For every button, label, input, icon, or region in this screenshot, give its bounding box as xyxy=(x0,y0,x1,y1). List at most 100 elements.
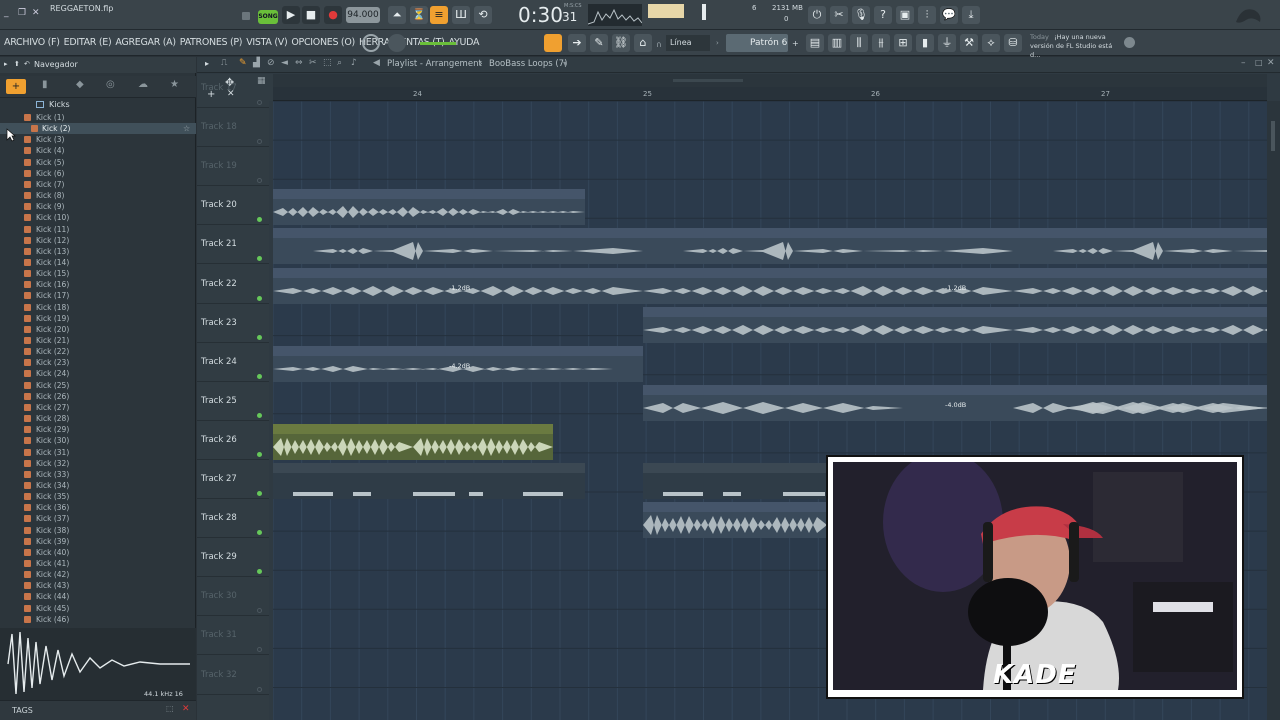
track-header[interactable]: Track 24 xyxy=(197,343,269,382)
track-enable-led[interactable] xyxy=(257,530,262,536)
track-enable-led[interactable] xyxy=(257,412,262,418)
song-mode-toggle[interactable]: SONG xyxy=(258,10,278,24)
download-icon[interactable]: ⤓ xyxy=(962,6,980,24)
playlist-clip[interactable]: BooBass Loops (7) xyxy=(643,502,827,539)
recent-icon[interactable]: ◎ xyxy=(106,79,115,90)
browser-menu-icon[interactable]: ▸ xyxy=(4,60,8,68)
browser-item[interactable]: Kick (5) xyxy=(0,157,196,168)
snap-selector[interactable]: Línea xyxy=(666,35,710,51)
browser-item[interactable]: Kick (42) xyxy=(0,569,196,580)
folder-kicks[interactable]: Kicks xyxy=(36,100,196,111)
playlist-close-icon[interactable]: ✕ xyxy=(1267,58,1275,68)
playlist-clip[interactable]: Pattern 2 #3 -1.2dB xyxy=(273,267,643,304)
restore-icon[interactable]: ❐ xyxy=(18,8,26,18)
step-edit-icon[interactable]: Ш xyxy=(452,6,470,24)
playlist-clip[interactable]: Pattern 2 #2 xyxy=(273,228,643,265)
help-icon[interactable]: ? xyxy=(874,6,892,24)
browser-item[interactable]: Kick (22) xyxy=(0,346,196,357)
main-volume-knob-icon[interactable] xyxy=(362,34,380,52)
browser-item[interactable]: Kick (41) xyxy=(0,558,196,569)
snap-icon[interactable]: ⎍ xyxy=(221,58,227,68)
microphone-icon[interactable]: 🎙 xyxy=(852,6,870,24)
zoom-tool-icon[interactable]: ⌕ xyxy=(337,58,342,68)
browser-item[interactable]: Kick (23) xyxy=(0,357,196,368)
vertical-scrollbar[interactable] xyxy=(1267,101,1280,720)
track-header[interactable]: Track 30 xyxy=(197,577,269,617)
projects-icon[interactable]: ▮ xyxy=(42,79,48,90)
select-tool-icon[interactable]: ⬚ xyxy=(323,58,332,68)
browser-item[interactable]: Kick (31) xyxy=(0,447,196,458)
browser-item[interactable]: Kick (13) xyxy=(0,246,196,257)
pencil-icon[interactable]: ✎ xyxy=(590,34,608,52)
browser-item[interactable]: Kick (28) xyxy=(0,413,196,424)
browser-item[interactable]: Kick (44) xyxy=(0,591,196,602)
browser-item[interactable]: Kick (15) xyxy=(0,268,196,279)
track-enable-led[interactable] xyxy=(257,686,262,692)
magnet-icon[interactable]: ∩ xyxy=(656,40,662,49)
metronome-icon[interactable]: ⏶ xyxy=(388,6,406,24)
track-header[interactable]: Track 31 xyxy=(197,616,269,656)
cloud-icon[interactable]: ☁ xyxy=(138,79,148,90)
track-enable-led[interactable] xyxy=(257,217,262,223)
minimize-icon[interactable]: _ xyxy=(4,8,9,18)
all-files-icon[interactable]: + xyxy=(6,79,26,94)
pattern-mode-icon[interactable] xyxy=(242,12,250,20)
shop-icon[interactable]: ⛁ xyxy=(1004,34,1022,52)
browser-item[interactable]: Kick (16) xyxy=(0,279,196,290)
playlist-clip[interactable]: Pattern 3 -4.0dB xyxy=(643,384,1267,421)
browser-icon[interactable]: ▮ xyxy=(916,34,934,52)
track-header[interactable]: Track 20 xyxy=(197,186,269,226)
browser-item[interactable]: Kick (18) xyxy=(0,302,196,313)
track-header[interactable]: Track 26 xyxy=(197,421,269,460)
scrollbar-thumb[interactable] xyxy=(673,79,743,82)
playlist-clip[interactable]: Pattern 2 #3 -1.2dB xyxy=(643,267,1267,304)
tuner-icon[interactable]: ⟡ xyxy=(982,34,1000,52)
browser-item[interactable]: Kick (46) xyxy=(0,614,196,625)
track-enable-led[interactable] xyxy=(257,647,262,653)
track-header[interactable]: Track 29 xyxy=(197,538,269,578)
track-enable-led[interactable] xyxy=(257,491,262,496)
record-button[interactable]: ● xyxy=(324,6,342,24)
browser-item[interactable]: Kick (34) xyxy=(0,480,196,491)
mixer-view-icon[interactable]: ⫵ xyxy=(872,34,890,52)
master-volume-slider[interactable] xyxy=(420,42,456,45)
globe-icon[interactable] xyxy=(1124,37,1135,48)
browser-item[interactable]: Kick (8) xyxy=(0,190,196,201)
stop-button[interactable]: ■ xyxy=(302,6,320,24)
browser-item[interactable]: Kick (3) xyxy=(0,134,196,145)
browser-item[interactable]: Kick (37) xyxy=(0,513,196,524)
channel-rack-icon[interactable]: ⫼ xyxy=(850,34,868,52)
browser-item[interactable]: Kick (17) xyxy=(0,290,196,301)
playlist-clip[interactable]: Pattern 2 #5 -4.2dB xyxy=(273,345,643,382)
browser-item[interactable]: Kick (20) xyxy=(0,324,196,335)
slice-tool-icon[interactable]: ✂ xyxy=(309,58,317,68)
save-icon[interactable]: ▣ xyxy=(896,6,914,24)
countdown-icon[interactable]: ≡ xyxy=(430,6,448,24)
track-header[interactable]: Track 23 xyxy=(197,304,269,343)
browser-item[interactable]: Kick (11) xyxy=(0,224,196,235)
browser-item[interactable]: Kick (6) xyxy=(0,168,196,179)
track-enable-led[interactable] xyxy=(257,334,262,340)
pin-icon[interactable]: ⬆ xyxy=(14,60,20,68)
track-header[interactable]: Track 18 xyxy=(197,108,269,148)
arrow-right-icon[interactable]: ➔ xyxy=(568,34,586,52)
track-enable-led[interactable] xyxy=(257,451,262,457)
tags-close-icon[interactable]: ✕ xyxy=(182,704,190,714)
browser-back-icon[interactable]: ↶ xyxy=(24,60,30,68)
browser-item[interactable]: Kick (36) xyxy=(0,502,196,513)
browser-item[interactable]: Kick (43) xyxy=(0,580,196,591)
draw-tool-icon[interactable]: ✎ xyxy=(239,58,247,68)
mixer-icon[interactable]: ⫶ xyxy=(918,6,936,24)
track-header[interactable]: Track 28 xyxy=(197,499,269,539)
power-icon[interactable]: ⏻ xyxy=(808,6,826,24)
horizontal-scrollbar[interactable] xyxy=(273,74,1267,87)
plugin-icon[interactable]: ⊞ xyxy=(894,34,912,52)
favorite-star-icon[interactable]: ☆ xyxy=(183,123,190,134)
main-pitch-knob-icon[interactable] xyxy=(388,34,406,52)
chevron-right-icon[interactable]: › xyxy=(716,39,719,47)
track-enable-led[interactable] xyxy=(257,569,262,575)
track-enable-led[interactable] xyxy=(257,178,262,184)
track-header[interactable]: Track 25 xyxy=(197,382,269,421)
browser-item[interactable]: Kick (24) xyxy=(0,368,196,379)
browser-item[interactable]: Kick (4) xyxy=(0,145,196,156)
